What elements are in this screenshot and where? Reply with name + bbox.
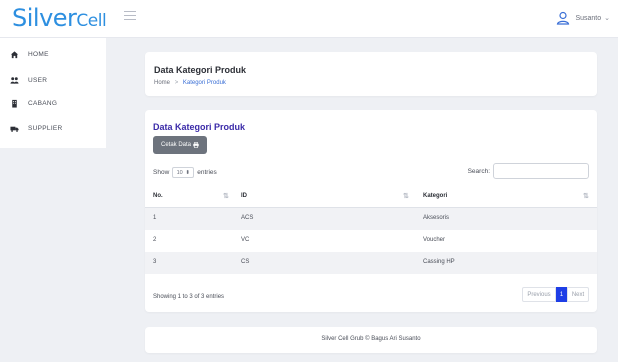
chevron-down-icon: ⌄ [604,15,610,22]
breadcrumb-home-link[interactable]: Home [154,80,170,86]
sidebar-item-label: HOME [28,51,49,58]
table-row: 2 VC Voucher [145,230,597,252]
cell-id: ACS [241,215,254,221]
logo-main-text: Silver [12,4,77,32]
menu-toggle-icon[interactable] [124,11,136,23]
sort-icon[interactable]: ⇅ [223,192,229,200]
sort-icon[interactable]: ⇅ [403,192,409,200]
pagination-page-1[interactable]: 1 [556,287,567,302]
cell-kategori: Voucher [423,237,446,243]
sidebar-item-supplier[interactable]: SUPPLIER [10,124,63,133]
breadcrumb: Home > Kategori Produk [154,80,226,86]
search-input[interactable] [493,163,589,179]
column-header-kategori[interactable]: Kategori [423,193,447,199]
sidebar-item-cabang[interactable]: CABANG [10,99,57,108]
cell-id: VC [241,237,250,243]
entries-label: entries [197,169,217,176]
data-table-card: Data Kategori Produk Cetak Data Show 10 … [145,110,597,312]
cell-kategori: Cassing HP [423,259,455,265]
entries-select[interactable]: 10 ⬍ [172,167,195,178]
show-label: Show [153,169,170,176]
sidebar-item-label: SUPPLIER [28,125,63,132]
user-menu[interactable]: Susanto ⌄ [555,10,610,26]
section-title: Data Kategori Produk [153,122,246,132]
cell-no: 1 [153,215,157,221]
cell-no: 3 [153,259,157,265]
table-info: Showing 1 to 3 of 3 entries [153,294,225,300]
column-header-no[interactable]: No. [153,193,163,199]
logo-small-text: Cell [76,11,107,31]
entries-select-value: 10 [176,169,183,176]
footer-text: Silver Cell Grub © Bagus Ari Susanto [321,336,421,342]
app-logo[interactable]: SilverCell [12,4,107,32]
building-icon [12,99,17,108]
table-row: 1 ACS Aksesoris [145,208,597,230]
search-label: Search: [467,167,490,175]
truck-icon [10,126,19,132]
column-header-id[interactable]: ID [241,193,247,199]
pagination: Previous 1 Next [522,287,589,302]
pagination-previous[interactable]: Previous [522,287,556,302]
sidebar-item-label: USER [28,77,48,84]
print-data-button[interactable]: Cetak Data [153,136,207,154]
cell-kategori: Aksesoris [423,215,450,221]
home-icon [10,51,19,59]
select-caret-icon: ⬍ [185,169,190,176]
sidebar-item-label: CABANG [28,100,58,107]
pagination-next[interactable]: Next [567,287,589,302]
sort-icon[interactable]: ⇅ [583,192,589,200]
page-header-card: Data Kategori Produk Home > Kategori Pro… [145,52,597,96]
table-header-row: No. ⇅ ID ⇅ Kategori ⇅ [145,186,597,208]
users-icon [10,77,19,84]
breadcrumb-current[interactable]: Kategori Produk [183,80,226,86]
cell-no: 2 [153,237,157,243]
cell-id: CS [241,259,250,265]
page-title: Data Kategori Produk [154,65,247,75]
sidebar-menu: HOME USER CABANG SUPPLIER [0,38,106,148]
top-navbar: SilverCell Susanto ⌄ [0,0,618,38]
breadcrumb-separator: > [174,80,179,86]
user-icon [557,11,570,25]
table-row: 3 CS Cassing HP [145,252,597,274]
print-button-label: Cetak Data [160,142,191,148]
sidebar-item-user[interactable]: USER [10,76,47,85]
sidebar-item-home[interactable]: HOME [10,50,49,59]
sidebar: HOME USER CABANG SUPPLIER [0,38,106,362]
print-icon [193,142,199,148]
table-search: Search: [468,163,589,179]
entries-length-control: Show 10 ⬍ entries [153,167,217,178]
user-name: Susanto [575,14,602,22]
footer: Silver Cell Grub © Bagus Ari Susanto [145,327,597,353]
